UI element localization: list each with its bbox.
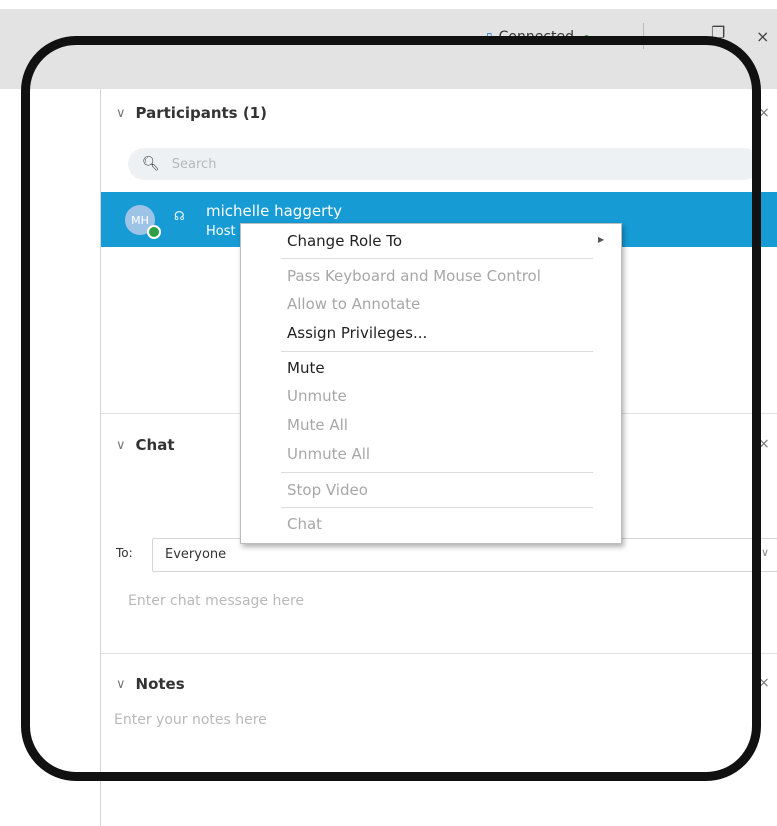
menu-item-assign-privileges[interactable]: Assign Privileges... — [287, 324, 427, 342]
titlebar-divider — [643, 23, 644, 49]
connected-dot-icon — [584, 34, 589, 40]
participants-title: Participants (1) — [135, 104, 267, 122]
submenu-arrow-icon: ▶ — [598, 235, 605, 244]
notes-close-button[interactable]: × — [758, 675, 770, 691]
participant-context-menu: Change Role To ▶ Pass Keyboard and Mouse… — [240, 223, 622, 544]
menu-item-pass-control[interactable]: Pass Keyboard and Mouse Control — [287, 267, 541, 285]
collapse-chevron-icon[interactable]: ∨ — [116, 677, 126, 692]
search-placeholder: Search — [171, 156, 217, 172]
notes-title: Notes — [135, 675, 185, 693]
participants-close-button[interactable]: × — [758, 105, 770, 121]
collapse-chevron-icon[interactable]: ∨ — [116, 106, 126, 121]
connection-status: ▯ Connected — [486, 29, 589, 45]
menu-separator — [281, 351, 593, 352]
signal-icon: ▯ — [486, 30, 493, 44]
chat-message-input[interactable]: Enter chat message here — [128, 593, 304, 609]
restore-button[interactable]: ❐ — [711, 23, 725, 42]
menu-item-unmute[interactable]: Unmute — [287, 387, 347, 405]
menu-separator — [281, 258, 593, 259]
minimize-button[interactable]: — — [668, 27, 684, 46]
connection-status-label: Connected — [498, 29, 574, 45]
chat-notes-divider — [101, 653, 777, 654]
chat-recipient-value: Everyone — [165, 547, 227, 562]
collapse-chevron-icon[interactable]: ∨ — [116, 438, 126, 453]
participant-role: Host — [206, 224, 236, 239]
audio-headset-icon: ☊ — [174, 209, 185, 223]
menu-item-chat[interactable]: Chat — [287, 515, 322, 533]
search-icon: 🔍︎ — [142, 156, 160, 172]
title-bar: ▯ Connected — ❐ × — [0, 9, 777, 89]
chevron-down-icon: ∨ — [760, 546, 769, 559]
chat-to-label: To: — [116, 546, 133, 560]
notes-input[interactable]: Enter your notes here — [114, 712, 267, 728]
menu-item-unmute-all[interactable]: Unmute All — [287, 445, 370, 463]
chat-close-button[interactable]: × — [758, 436, 770, 452]
participants-header[interactable]: ∨ Participants (1) — [116, 104, 267, 122]
chat-title: Chat — [135, 436, 175, 454]
menu-item-mute-all[interactable]: Mute All — [287, 416, 348, 434]
close-window-button[interactable]: × — [756, 27, 769, 46]
chat-header[interactable]: ∨ Chat — [116, 436, 175, 454]
notes-header[interactable]: ∨ Notes — [116, 675, 185, 693]
presence-status-icon — [147, 225, 161, 239]
menu-separator — [281, 472, 593, 473]
menu-separator — [281, 507, 593, 508]
menu-item-change-role[interactable]: Change Role To — [287, 232, 402, 250]
menu-item-allow-annotate[interactable]: Allow to Annotate — [287, 295, 420, 313]
menu-item-stop-video[interactable]: Stop Video — [287, 481, 368, 499]
participant-search-input[interactable]: 🔍︎ Search — [128, 148, 760, 180]
participant-name: michelle haggerty — [206, 202, 342, 220]
menu-item-mute[interactable]: Mute — [287, 359, 325, 377]
